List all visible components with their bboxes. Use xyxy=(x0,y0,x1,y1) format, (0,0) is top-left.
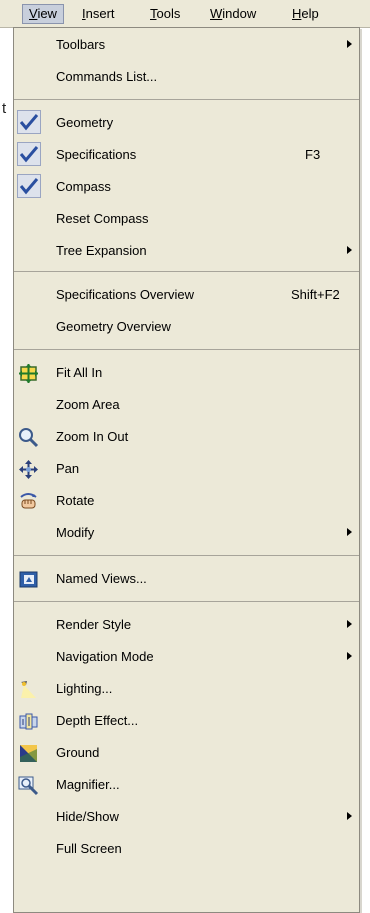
menu-item-geometry-overview[interactable]: Geometry Overview xyxy=(14,311,359,343)
menu-label-hide-show: Hide/Show xyxy=(56,809,119,824)
menu-item-pan[interactable]: Pan xyxy=(14,453,359,485)
menu-label-compass: Compass xyxy=(56,179,111,194)
menu-item-navigation-mode[interactable]: Navigation Mode xyxy=(14,641,359,673)
menu-label-specifications: Specifications xyxy=(56,147,137,162)
pan-arrows-icon xyxy=(18,459,39,480)
menu-item-reset-compass[interactable]: Reset Compass xyxy=(14,203,359,235)
menu-label-reset-compass: Reset Compass xyxy=(56,211,149,226)
menu-label-modify: Modify xyxy=(56,525,95,540)
menu-label-render-style: Render Style xyxy=(56,617,132,632)
menu-label-zoom-in-out: Zoom In Out xyxy=(56,429,129,444)
menubar-tools[interactable]: Tools xyxy=(144,5,186,23)
menu-label-lighting: Lighting... xyxy=(56,681,113,696)
submenu-arrow-icon xyxy=(347,652,352,660)
named-views-icon xyxy=(18,569,39,590)
magnifier-icon xyxy=(18,775,39,796)
menu-item-commands-list[interactable]: Commands List... xyxy=(14,61,359,93)
menu-item-ground[interactable]: Ground xyxy=(14,737,359,769)
submenu-arrow-icon xyxy=(347,620,352,628)
background-text-fragment: t xyxy=(2,100,7,117)
submenu-arrow-icon xyxy=(347,40,352,48)
view-menu-dropdown: Toolbars Commands List... Geometry Speci… xyxy=(13,27,360,913)
menu-separator xyxy=(14,349,359,350)
menu-label-rotate: Rotate xyxy=(56,493,95,508)
menu-label-full-screen: Full Screen xyxy=(56,841,122,856)
menu-label-zoom-area: Zoom Area xyxy=(56,397,120,412)
rotate-hand-icon xyxy=(18,491,39,512)
menubar-insert[interactable]: Insert xyxy=(76,5,121,23)
fit-all-in-icon xyxy=(18,363,39,384)
checkmark-icon xyxy=(17,174,41,198)
menu-label-magnifier: Magnifier... xyxy=(56,777,120,792)
menu-item-modify[interactable]: Modify xyxy=(14,517,359,549)
menu-item-zoom-in-out[interactable]: Zoom In Out xyxy=(14,421,359,453)
shortcut-specifications-overview: Shift+F2 xyxy=(291,287,340,302)
menu-item-tree-expansion[interactable]: Tree Expansion xyxy=(14,235,359,267)
lamp-icon xyxy=(18,679,39,700)
menu-item-depth-effect[interactable]: Depth Effect... xyxy=(14,705,359,737)
menubar-view[interactable]: View xyxy=(22,4,64,24)
menu-item-hide-show[interactable]: Hide/Show xyxy=(14,801,359,833)
menu-item-compass[interactable]: Compass xyxy=(14,171,359,203)
menu-label-commands-list: Commands List... xyxy=(56,69,158,84)
menu-item-rotate[interactable]: Rotate xyxy=(14,485,359,517)
menubar-help-rest: elp xyxy=(301,6,319,21)
menubar-view-rest: iew xyxy=(37,6,57,21)
menu-label-geometry-overview: Geometry Overview xyxy=(56,319,171,334)
menu-item-named-views[interactable]: Named Views... xyxy=(14,563,359,595)
menu-label-toolbars: Toolbars xyxy=(56,37,106,52)
menu-separator xyxy=(14,271,359,272)
menu-item-specifications[interactable]: Specifications F3 xyxy=(14,139,359,171)
menubar-tools-rest: ools xyxy=(156,6,181,21)
menu-item-fit-all-in[interactable]: Fit All In xyxy=(14,357,359,389)
menubar-window-rest: indow xyxy=(222,6,257,21)
menu-separator xyxy=(14,601,359,602)
menubar-window[interactable]: Window xyxy=(204,5,262,23)
menu-item-specifications-overview[interactable]: Specifications Overview Shift+F2 xyxy=(14,279,359,311)
menu-label-navigation-mode: Navigation Mode xyxy=(56,649,154,664)
checkmark-icon xyxy=(17,110,41,134)
menu-label-named-views: Named Views... xyxy=(56,571,147,586)
submenu-arrow-icon xyxy=(347,528,352,536)
submenu-arrow-icon xyxy=(347,812,352,820)
menu-item-toolbars[interactable]: Toolbars xyxy=(14,29,359,61)
depth-effect-icon xyxy=(18,711,39,732)
menubar-insert-rest: nsert xyxy=(85,6,115,21)
menu-bar: View Insert Tools Window Help xyxy=(0,0,370,28)
menu-label-specifications-overview: Specifications Overview xyxy=(56,287,194,302)
menu-label-ground: Ground xyxy=(56,745,100,760)
menu-label-fit-all-in: Fit All In xyxy=(56,365,103,380)
ground-icon xyxy=(18,743,39,764)
menu-separator xyxy=(14,99,359,100)
menu-separator xyxy=(14,555,359,556)
menu-item-full-screen[interactable]: Full Screen xyxy=(14,833,359,865)
menu-item-lighting[interactable]: Lighting... xyxy=(14,673,359,705)
menu-item-geometry[interactable]: Geometry xyxy=(14,107,359,139)
shortcut-specifications: F3 xyxy=(305,147,321,162)
menu-label-geometry: Geometry xyxy=(56,115,114,130)
checkmark-icon xyxy=(17,142,41,166)
menu-item-zoom-area[interactable]: Zoom Area xyxy=(14,389,359,421)
menu-item-magnifier[interactable]: Magnifier... xyxy=(14,769,359,801)
menubar-help[interactable]: Help xyxy=(286,5,325,23)
menu-label-depth-effect: Depth Effect... xyxy=(56,713,139,728)
submenu-arrow-icon xyxy=(347,246,352,254)
menu-label-tree-expansion: Tree Expansion xyxy=(56,243,147,258)
menu-item-render-style[interactable]: Render Style xyxy=(14,609,359,641)
menu-label-pan: Pan xyxy=(56,461,80,476)
magnifying-glass-icon xyxy=(18,427,39,448)
